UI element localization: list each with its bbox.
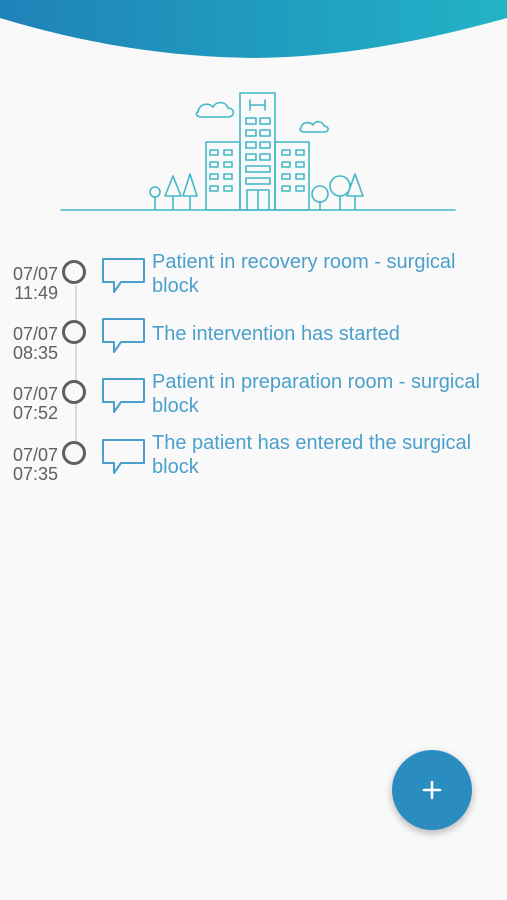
plus-icon (422, 780, 442, 800)
timeline-marker (62, 320, 86, 344)
speech-bubble-icon (102, 318, 145, 353)
time-label: 07:35 (12, 464, 58, 484)
timeline-entry-text: The intervention has started (152, 323, 400, 345)
date-label: 07/07 (12, 264, 58, 284)
timestamp: 07/07 11:49 (4, 265, 58, 302)
timestamp: 07/07 07:52 (4, 385, 58, 422)
hospital-illustration (60, 92, 456, 211)
timeline-entry[interactable]: 07/07 07:35 The patient has entered the … (0, 431, 507, 491)
speech-bubble-icon (102, 439, 145, 474)
timeline-entry[interactable]: 07/07 07:52 Patient in preparation room … (0, 370, 507, 430)
time-label: 08:35 (12, 343, 58, 363)
time-label: 11:49 (14, 283, 58, 303)
timeline-entry[interactable]: 07/07 11:49 Patient in recovery room - s… (0, 250, 507, 310)
date-label: 07/07 (12, 445, 58, 465)
timeline-entry-text: Patient in recovery room - surgical bloc… (152, 251, 456, 297)
time-label: 07:52 (12, 403, 58, 423)
date-label: 07/07 (12, 384, 58, 404)
timeline-marker (62, 441, 86, 465)
timestamp: 07/07 08:35 (4, 325, 58, 362)
timeline-marker (62, 380, 86, 404)
date-label: 07/07 (12, 324, 58, 344)
header-wave (0, 0, 507, 58)
timeline-entry-text: Patient in preparation room - surgical b… (152, 371, 480, 417)
add-button[interactable] (392, 750, 472, 830)
speech-bubble-icon (102, 378, 145, 413)
speech-bubble-icon (102, 258, 145, 293)
timestamp: 07/07 07:35 (4, 446, 58, 483)
timeline-marker (62, 260, 86, 284)
timeline-entry-text: The patient has entered the surgical blo… (152, 432, 472, 478)
